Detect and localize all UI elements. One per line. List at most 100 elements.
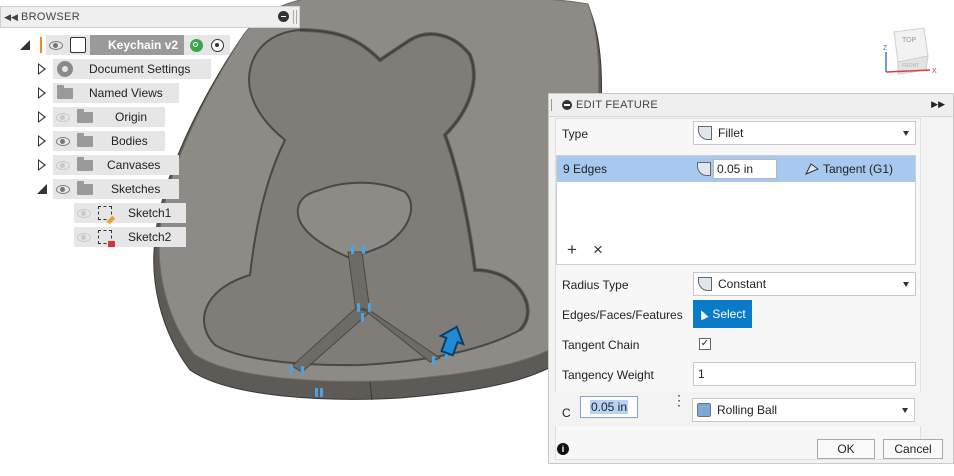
sketches-pill: Sketches <box>53 179 179 199</box>
edit-feature-header[interactable]: EDIT FEATURE ▶▶ <box>549 94 953 117</box>
tree-item-document-settings[interactable]: Document Settings <box>37 59 211 79</box>
edge-radius-value: 0.05 in <box>717 162 754 176</box>
tangent-chain-label: Tangent Chain <box>562 338 640 352</box>
sketch1-label: Sketch1 <box>128 206 172 220</box>
ok-button[interactable]: OK <box>817 439 875 459</box>
add-icon[interactable]: + <box>567 240 577 260</box>
expand-document-icon[interactable] <box>20 38 30 52</box>
remove-icon[interactable]: × <box>593 240 603 260</box>
expand-origin-icon[interactable] <box>37 110 47 124</box>
collapse-sketches-icon[interactable] <box>37 182 47 196</box>
origin-pill: Origin <box>53 107 165 127</box>
continuity-value: Tangent (G1) <box>823 162 894 176</box>
document-settings-pill: Document Settings <box>53 59 211 79</box>
origin-label: Origin <box>115 110 148 124</box>
cancel-button[interactable]: Cancel <box>883 439 943 459</box>
sketch2-pill: Sketch2 <box>74 227 186 247</box>
visibility-eye-icon[interactable] <box>53 131 73 151</box>
folder-icon <box>77 132 93 147</box>
ok-label: OK <box>837 442 855 456</box>
axis-x-label: X <box>932 68 937 75</box>
document-name: Keychain v2 <box>108 38 179 52</box>
corner-label: C <box>562 406 571 420</box>
edges-row[interactable]: 9 Edges 0.05 in Tangent (G1) <box>557 156 915 182</box>
minimize-dialog-icon[interactable] <box>562 100 572 110</box>
tree-item-document[interactable]: Keychain v2 <box>20 35 231 55</box>
viewcube-top-label: TOP <box>902 37 917 44</box>
expand-bodies-icon[interactable] <box>37 134 47 148</box>
cancel-label: Cancel <box>894 442 932 456</box>
tree-item-named-views[interactable]: Named Views <box>37 83 179 103</box>
tangency-weight-label: Tangency Weight <box>562 368 654 382</box>
sketch-edit-icon <box>98 206 116 225</box>
visibility-eye-off-icon[interactable] <box>53 107 73 127</box>
type-dropdown[interactable]: Fillet <box>693 121 916 145</box>
more-options-icon[interactable]: ⋮ <box>672 393 686 407</box>
view-cube[interactable]: TOP FRONT Z X <box>880 26 940 76</box>
select-label: Select <box>712 307 746 321</box>
fillet-icon <box>698 126 712 140</box>
tangent-icon <box>804 163 820 175</box>
tangency-weight-input[interactable]: 1 <box>693 362 916 386</box>
edges-count: 9 Edges <box>563 162 608 176</box>
component-icon <box>70 37 86 53</box>
visibility-eye-off-icon[interactable] <box>74 203 94 223</box>
type-value: Fillet <box>718 126 744 140</box>
constant-radius-icon <box>698 277 712 291</box>
edges-faces-label: Edges/Faces/Features <box>562 308 683 322</box>
corner-type-value: Rolling Ball <box>717 403 778 417</box>
corner-row: C 0.05 in ⋮ Rolling Ball <box>555 392 921 426</box>
browser-grip-icon[interactable] <box>293 10 297 24</box>
tangent-chain-checkbox[interactable]: ✓ <box>699 338 711 350</box>
chevron-down-icon <box>903 282 909 287</box>
sketches-label: Sketches <box>111 182 161 196</box>
tree-item-origin[interactable]: Origin <box>37 107 165 127</box>
edges-selection-table[interactable]: 9 Edges 0.05 in Tangent (G1) + × <box>556 155 916 265</box>
tree-item-sketch1[interactable]: Sketch1 <box>74 203 186 225</box>
visibility-eye-icon[interactable] <box>46 35 66 55</box>
visibility-eye-icon[interactable] <box>53 179 73 199</box>
visibility-eye-off-icon[interactable] <box>74 227 94 247</box>
expand-document-settings-icon[interactable] <box>37 62 47 76</box>
canvases-pill: Canvases <box>53 155 179 175</box>
dialog-title: EDIT FEATURE <box>576 99 659 111</box>
visibility-eye-off-icon[interactable] <box>53 155 73 175</box>
expand-canvases-icon[interactable] <box>37 158 47 172</box>
dialog-grip-icon[interactable] <box>551 99 554 111</box>
activate-component-icon[interactable] <box>190 38 204 52</box>
expand-named-views-icon[interactable] <box>37 86 47 100</box>
gear-icon <box>57 61 73 77</box>
corner-radius-input[interactable]: 0.05 in <box>580 396 638 418</box>
cursor-arrow-icon <box>697 308 709 320</box>
canvases-label: Canvases <box>107 158 161 172</box>
select-button[interactable]: Select <box>693 300 752 328</box>
info-icon[interactable]: i <box>557 443 569 455</box>
rolling-ball-icon <box>697 403 711 417</box>
named-views-pill: Named Views <box>53 83 179 103</box>
continuity-selector[interactable]: Tangent (G1) <box>804 162 894 176</box>
type-label: Type <box>562 127 589 141</box>
corner-type-dropdown[interactable]: Rolling Ball <box>692 398 915 422</box>
tree-item-sketch2[interactable]: Sketch2 <box>74 227 186 247</box>
sketch2-label: Sketch2 <box>128 230 172 244</box>
radius-type-value: Constant <box>718 277 767 291</box>
sketch-locked-icon <box>98 230 115 247</box>
chevron-down-icon <box>902 408 908 413</box>
minimize-browser-icon[interactable] <box>278 11 289 22</box>
collapse-browser-icon[interactable]: ◀◀ <box>1 12 21 23</box>
browser-header[interactable]: ◀◀ BROWSER <box>0 6 300 28</box>
tree-item-canvases[interactable]: Canvases <box>37 155 179 175</box>
active-radio-icon[interactable] <box>211 38 225 52</box>
folder-icon <box>77 180 93 195</box>
radius-type-dropdown[interactable]: Constant <box>693 272 916 296</box>
expand-dialog-icon[interactable]: ▶▶ <box>931 99 945 110</box>
axis-z-label: Z <box>883 45 888 52</box>
edge-radius-input[interactable]: 0.05 in <box>713 159 777 179</box>
sketch1-pill: Sketch1 <box>74 203 186 225</box>
tangency-weight-value: 1 <box>698 367 705 381</box>
document-pill: Keychain v2 <box>46 35 231 55</box>
tree-item-sketches[interactable]: Sketches <box>37 179 179 199</box>
folder-icon <box>57 84 73 99</box>
tree-item-bodies[interactable]: Bodies <box>37 131 165 151</box>
folder-icon <box>77 156 93 171</box>
